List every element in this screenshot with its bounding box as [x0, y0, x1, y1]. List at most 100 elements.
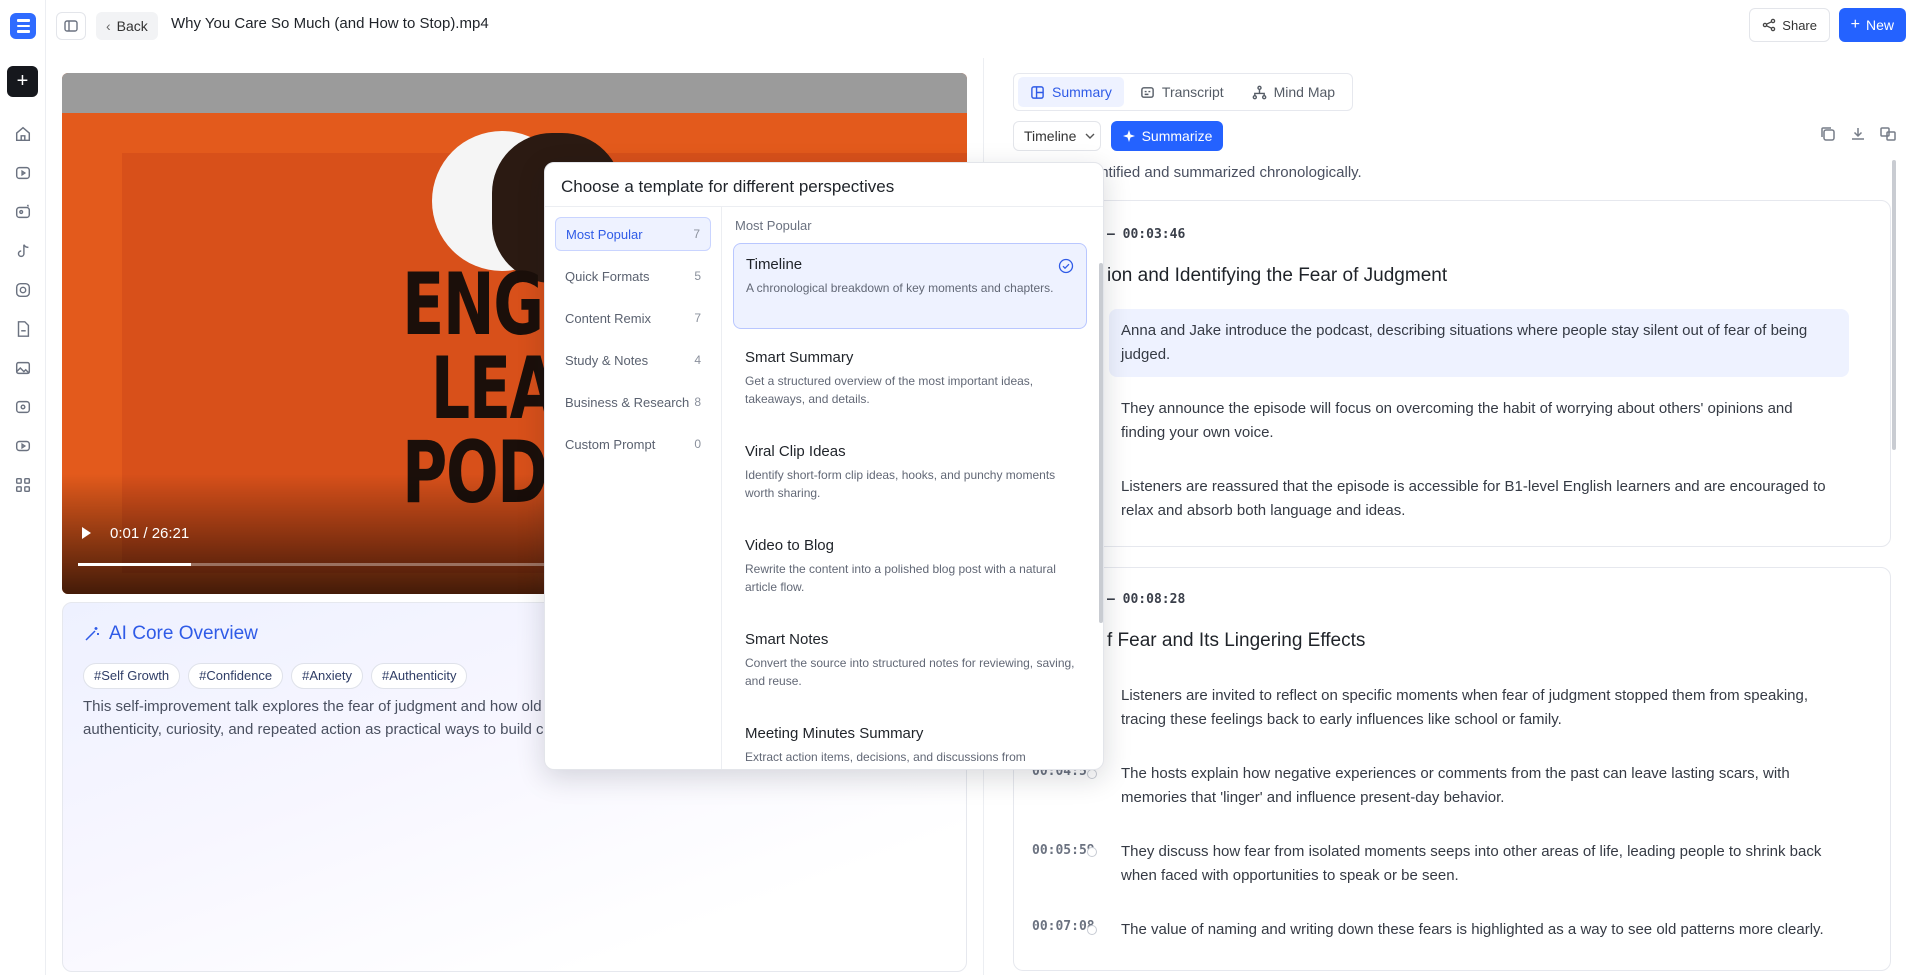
summarize-label: Summarize [1141, 128, 1213, 144]
section-time-range[interactable]: – 00:08:28 [1107, 592, 1185, 607]
podcast-icon[interactable] [13, 397, 33, 417]
timeline-item[interactable]: Anna and Jake introduce the podcast, des… [1087, 309, 1849, 377]
app-logo-icon[interactable] [10, 13, 36, 39]
category-content-remix[interactable]: Content Remix 7 [555, 301, 711, 335]
timeline-item-text: Listeners are reassured that the episode… [1121, 478, 1826, 519]
timeline-dot [1087, 847, 1097, 857]
timeline-item[interactable]: Listeners are invited to reflect on spec… [1087, 674, 1849, 742]
category-label: Custom Prompt [565, 436, 656, 452]
summary-icon [1031, 85, 1044, 99]
summary-scrollbar[interactable] [1892, 160, 1896, 450]
overview-title: AI Core Overview [83, 623, 258, 645]
template-item-smart-notes[interactable]: Smart Notes Convert the source into stru… [733, 619, 1087, 705]
timeline-section: – 00:08:28 f Fear and Its Lingering Effe… [1013, 567, 1891, 971]
tag[interactable]: #Anxiety [291, 663, 364, 689]
template-item-smart-summary[interactable]: Smart Summary Get a structured overview … [733, 337, 1087, 423]
mindmap-icon [1252, 85, 1267, 99]
tag-list: #Self Growth #Confidence #Anxiety #Authe… [83, 663, 468, 689]
tag[interactable]: #Confidence [188, 663, 284, 689]
category-label: Quick Formats [565, 268, 650, 284]
timeline-item-text: The hosts explain how negative experienc… [1121, 765, 1790, 806]
tab-summary[interactable]: Summary [1018, 77, 1124, 107]
timeline-item[interactable]: The value of naming and writing down the… [1087, 908, 1849, 952]
ai-video-icon[interactable] [13, 202, 33, 222]
play-button[interactable] [76, 523, 96, 543]
template-select[interactable]: Timeline [1013, 121, 1101, 151]
tab-label: Mind Map [1273, 84, 1336, 100]
file-title: Why You Care So Much (and How to Stop).m… [171, 15, 489, 32]
template-description: Rewrite the content into a polished blog… [745, 562, 1056, 594]
category-study-notes[interactable]: Study & Notes 4 [555, 343, 711, 377]
translate-icon[interactable] [1878, 124, 1898, 144]
summarize-button[interactable]: Summarize [1111, 121, 1223, 151]
new-label: New [1865, 17, 1894, 33]
chevron-left-icon: ‹ [106, 18, 111, 34]
section-time-range[interactable]: – 00:03:46 [1107, 227, 1185, 242]
tiktok-icon[interactable] [13, 241, 33, 261]
share-button[interactable]: Share [1749, 8, 1830, 42]
tag[interactable]: #Self Growth [83, 663, 181, 689]
template-chooser-popup: Choose a template for different perspect… [544, 162, 1104, 770]
timeline-item-text: They announce the episode will focus on … [1121, 400, 1793, 441]
instagram-icon[interactable] [13, 280, 33, 300]
category-count: 0 [694, 437, 701, 451]
timeline-item[interactable]: They announce the episode will focus on … [1087, 387, 1849, 455]
pdf-icon[interactable] [13, 319, 33, 339]
category-count: 7 [693, 227, 700, 241]
tab-mind-map[interactable]: Mind Map [1240, 77, 1347, 107]
popup-divider-vertical [721, 207, 722, 769]
share-icon [1763, 18, 1776, 32]
video-progress-fill [78, 563, 192, 566]
video-time: 0:01 / 26:21 [110, 525, 190, 542]
template-item-timeline[interactable]: Timeline A chronological breakdown of ke… [733, 243, 1087, 329]
template-description: Convert the source into structured notes… [745, 656, 1075, 688]
popup-divider [545, 206, 1103, 207]
category-quick-formats[interactable]: Quick Formats 5 [555, 259, 711, 293]
timeline-item[interactable]: The hosts explain how negative experienc… [1087, 752, 1849, 820]
template-item-meeting-minutes[interactable]: Meeting Minutes Summary Extract action i… [733, 713, 1087, 769]
template-item-viral-clip-ideas[interactable]: Viral Clip Ideas Identify short-form cli… [733, 431, 1087, 517]
timeline-item-text: Listeners are invited to reflect on spec… [1121, 687, 1809, 728]
youtube-icon[interactable] [13, 436, 33, 456]
template-name: Timeline [746, 256, 803, 273]
template-description: Identify short-form clip ideas, hooks, a… [745, 468, 1056, 500]
template-name: Video to Blog [745, 537, 834, 554]
popup-scrollbar[interactable] [1099, 263, 1103, 623]
category-business-research[interactable]: Business & Research 8 [555, 385, 711, 419]
category-label: Content Remix [565, 310, 651, 326]
timestamp[interactable]: 00:07:08 [1032, 919, 1095, 934]
template-item-video-to-blog[interactable]: Video to Blog Rewrite the content into a… [733, 525, 1087, 611]
timeline-item[interactable]: Listeners are reassured that the episode… [1087, 465, 1849, 533]
download-icon[interactable] [1848, 124, 1868, 144]
image-icon[interactable] [13, 358, 33, 378]
template-description: Get a structured overview of the most im… [745, 374, 1034, 406]
tab-label: Summary [1052, 84, 1112, 100]
tag[interactable]: #Authenticity [371, 663, 468, 689]
create-plus-button[interactable]: + [7, 66, 38, 97]
toggle-sidebar-button[interactable] [56, 12, 86, 40]
tab-label: Transcript [1161, 84, 1224, 100]
plus-icon: + [1850, 16, 1860, 33]
tab-transcript[interactable]: Transcript [1128, 77, 1236, 107]
copy-icon[interactable] [1818, 124, 1838, 144]
left-rail: + [0, 0, 46, 975]
timeline-item-text: They discuss how fear from isolated mome… [1121, 843, 1822, 884]
category-most-popular[interactable]: Most Popular 7 [555, 217, 711, 251]
category-label: Business & Research [565, 394, 690, 410]
category-count: 4 [694, 353, 701, 367]
apps-grid-icon[interactable] [13, 475, 33, 495]
timestamp[interactable]: 00:05:59 [1032, 843, 1095, 858]
timeline-item[interactable]: They discuss how fear from isolated mome… [1087, 830, 1849, 898]
chevron-down-icon [1085, 133, 1095, 139]
new-button[interactable]: + New [1838, 8, 1906, 42]
section-title: f Fear and Its Lingering Effects [1107, 630, 1366, 651]
home-icon[interactable] [13, 124, 33, 144]
play-icon [82, 527, 91, 539]
video-icon[interactable] [13, 163, 33, 183]
section-title: ion and Identifying the Fear of Judgment [1107, 265, 1448, 286]
template-name: Meeting Minutes Summary [745, 725, 924, 742]
back-button[interactable]: ‹ Back [96, 12, 158, 40]
template-name: Viral Clip Ideas [745, 443, 846, 460]
category-custom-prompt[interactable]: Custom Prompt 0 [555, 427, 711, 461]
timeline-dot [1087, 925, 1097, 935]
